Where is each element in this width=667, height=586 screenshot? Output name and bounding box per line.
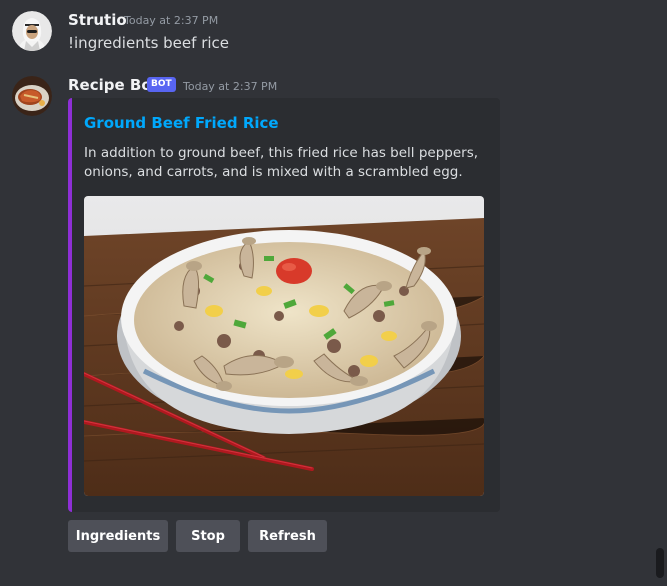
message-timestamp: Today at 2:37 PM — [124, 14, 219, 27]
embed-description: In addition to ground beef, this fried r… — [84, 145, 479, 180]
stop-button[interactable]: Stop — [176, 520, 240, 552]
fried-rice-photo — [84, 196, 484, 496]
embed-accent-bar — [68, 98, 72, 512]
recipe-embed: Ground Beef Fried Rice In addition to gr… — [68, 98, 500, 512]
message-content: !ingredients beef rice — [68, 34, 230, 52]
message-timestamp: Today at 2:37 PM — [183, 80, 278, 93]
bot-badge: BOT — [147, 77, 176, 92]
message-author[interactable]: Recipe Bot — [68, 76, 159, 94]
embed-title-link[interactable]: Ground Beef Fried Rice — [84, 114, 279, 132]
scrollbar-thumb[interactable] — [656, 548, 664, 578]
user-avatar[interactable] — [12, 11, 52, 51]
bot-avatar[interactable] — [12, 76, 52, 116]
message-author[interactable]: Strutio — [68, 11, 127, 29]
embed-image[interactable] — [84, 196, 484, 496]
ingredients-button[interactable]: Ingredients — [68, 520, 168, 552]
refresh-button[interactable]: Refresh — [248, 520, 327, 552]
